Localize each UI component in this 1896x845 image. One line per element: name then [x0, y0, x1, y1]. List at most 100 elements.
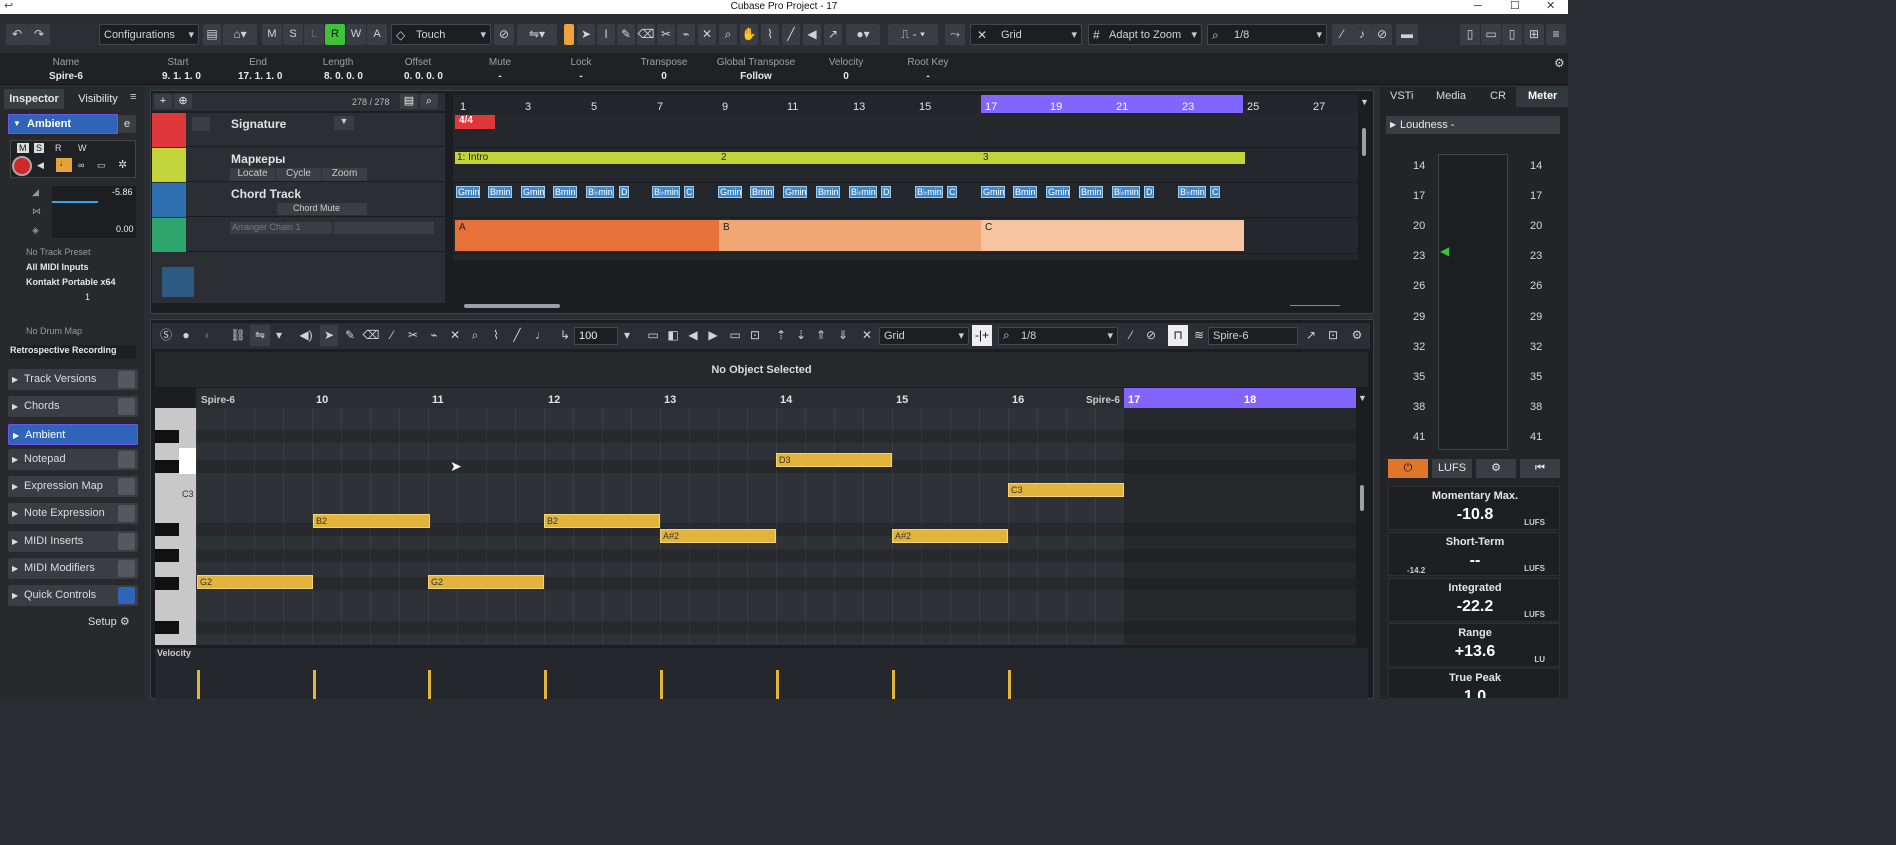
- midi-note[interactable]: B2: [544, 514, 660, 528]
- show-info-icon[interactable]: ◧: [664, 325, 682, 346]
- chord-event[interactable]: D: [619, 186, 629, 198]
- snap-mode-icon[interactable]: ⎍ - ▾: [888, 24, 938, 45]
- chord-event[interactable]: Bmin: [816, 186, 840, 198]
- lower-zone-icon[interactable]: ▭: [1481, 24, 1501, 45]
- undo-icon[interactable]: ↶: [6, 24, 28, 45]
- chord-event[interactable]: C: [947, 186, 957, 198]
- velocity-bar[interactable]: [660, 670, 663, 699]
- lane-icon[interactable]: ∞: [78, 160, 84, 170]
- meter-settings-button[interactable]: ⚙: [1476, 459, 1516, 478]
- chord-event[interactable]: Gmin: [521, 186, 545, 198]
- track-markers[interactable]: Маркеры Locate Cycle Zoom: [152, 148, 445, 182]
- zoom-tool-icon[interactable]: ⌕: [466, 325, 484, 346]
- automation-mode-select[interactable]: ◇ Touch: [391, 24, 491, 46]
- move-down-icon[interactable]: ⇓: [834, 325, 852, 346]
- midi-note[interactable]: D3: [776, 453, 892, 467]
- autoscroll-icon[interactable]: ⇋▾: [517, 24, 557, 45]
- info-value-velocity[interactable]: 0: [818, 71, 874, 82]
- midi-note[interactable]: A#2: [892, 529, 1008, 543]
- acoustic-feedback-icon[interactable]: ◐: [198, 325, 218, 346]
- setup-button[interactable]: Setup ⚙: [88, 615, 130, 628]
- arranger-chain-select[interactable]: Arranger Chain 1: [230, 222, 332, 234]
- chord-event[interactable]: C: [1210, 186, 1220, 198]
- minimize-button[interactable]: ─: [1474, 0, 1482, 12]
- solo-mode-button[interactable]: S: [283, 24, 303, 45]
- cycle-button[interactable]: Cycle: [276, 168, 321, 181]
- info-value-end[interactable]: 17. 1. 1. 0: [228, 71, 308, 82]
- musical-mode-icon[interactable]: ♩: [56, 158, 72, 172]
- window-layout-icon[interactable]: ⌂▾: [223, 24, 257, 45]
- tab-visibility[interactable]: Visibility: [68, 89, 128, 109]
- right-zone-icon[interactable]: ▯: [1502, 24, 1522, 45]
- read-mode-button[interactable]: R: [325, 24, 345, 45]
- monitor-icon[interactable]: ◀: [37, 160, 44, 171]
- info-value-lock[interactable]: -: [551, 71, 611, 82]
- write-mode-button[interactable]: W: [346, 24, 366, 45]
- mute-tool-icon[interactable]: ✕: [698, 24, 716, 45]
- section-ambient[interactable]: ▶ Ambient: [8, 424, 138, 445]
- line-icon[interactable]: ╱: [782, 24, 800, 45]
- marker-3[interactable]: 3: [983, 152, 989, 163]
- marker-2[interactable]: 2: [721, 152, 727, 163]
- record-enable-button[interactable]: [12, 156, 32, 176]
- inspector-track-name[interactable]: ▼ Ambient: [8, 114, 118, 134]
- midi-note[interactable]: G2: [428, 575, 544, 589]
- configurations-select[interactable]: Configurations: [99, 24, 199, 46]
- midi-channel[interactable]: 1: [60, 292, 90, 304]
- trim-icon[interactable]: ⁄: [383, 325, 401, 346]
- quantize-fraction-icon[interactable]: ⁄: [1122, 325, 1140, 346]
- close-button[interactable]: ✕: [1546, 0, 1555, 12]
- curve-tool-icon[interactable]: ╱: [508, 325, 526, 346]
- add-track-icon[interactable]: +: [154, 94, 172, 109]
- automation-mode-button[interactable]: A: [367, 24, 387, 45]
- nudge-up-icon[interactable]: ⇡: [772, 325, 790, 346]
- inspector-menu-icon[interactable]: ≡: [130, 91, 136, 103]
- iterative-quantize-icon[interactable]: ⁄: [1332, 24, 1352, 45]
- marker-1[interactable]: 1: Intro: [457, 152, 488, 163]
- pan-value[interactable]: 0.00: [116, 224, 134, 234]
- quantize-reset-icon[interactable]: ⊘: [1372, 24, 1392, 45]
- chord-event[interactable]: D: [881, 186, 891, 198]
- speaker-icon[interactable]: ◀): [296, 325, 316, 346]
- midi-note[interactable]: A#2: [660, 529, 776, 543]
- editor-snap-select[interactable]: Grid: [879, 327, 969, 345]
- project-horizontal-scrollbar[interactable]: [464, 304, 560, 308]
- window-options-icon[interactable]: ⊡: [1324, 325, 1342, 346]
- link-icon[interactable]: ⛓: [228, 325, 248, 346]
- editor-ruler[interactable]: Spire-6 Spire-6 10 11 12 13 14 15 16 17 …: [196, 388, 1356, 408]
- mute-tool-icon[interactable]: ✕: [446, 325, 464, 346]
- info-value-global-transpose[interactable]: Follow: [712, 71, 800, 82]
- glue-tool-icon[interactable]: ⌁: [425, 325, 443, 346]
- volume-value[interactable]: -5.86: [112, 187, 133, 197]
- midi-note[interactable]: B2: [313, 514, 430, 528]
- chord-event[interactable]: Gmin: [783, 186, 807, 198]
- locator-range[interactable]: [1124, 388, 1356, 408]
- chord-event[interactable]: Bmin: [750, 186, 774, 198]
- move-up-icon[interactable]: ⇑: [812, 325, 830, 346]
- midi-note[interactable]: C3: [1008, 483, 1124, 497]
- black-key[interactable]: [155, 577, 179, 590]
- write-button[interactable]: W: [78, 143, 87, 153]
- maximize-button[interactable]: ☐: [1510, 0, 1520, 12]
- chord-event[interactable]: Gmin: [718, 186, 742, 198]
- redo-icon[interactable]: ↷: [28, 24, 50, 45]
- track-preset-slot[interactable]: No Track Preset: [10, 247, 136, 261]
- part-border-icon[interactable]: ⊡: [746, 325, 764, 346]
- nudge-down-icon[interactable]: ⇣: [792, 325, 810, 346]
- project-ruler[interactable]: 1 3 5 7 9 11 13 15 17 19 21 23 25 27: [453, 95, 1358, 113]
- chord-event[interactable]: Gmin: [981, 186, 1005, 198]
- chord-event[interactable]: D: [1144, 186, 1154, 198]
- quantize-select[interactable]: ⌕ 1/8: [1207, 24, 1327, 46]
- tab-meter[interactable]: Meter: [1528, 90, 1557, 102]
- edit-instrument-icon[interactable]: e: [118, 115, 136, 133]
- snap-toggle-icon[interactable]: ⤳: [945, 24, 965, 45]
- layout-icon[interactable]: ▤: [203, 24, 221, 45]
- range-selection-icon[interactable]: I: [597, 24, 615, 45]
- insert-velocity-field[interactable]: 100: [574, 327, 618, 345]
- black-key[interactable]: [155, 621, 179, 634]
- chord-event[interactable]: Bmin: [1079, 186, 1103, 198]
- color-tool-icon[interactable]: ↗: [824, 24, 842, 45]
- chord-mute-button[interactable]: Chord Mute: [277, 203, 367, 215]
- freeze-icon[interactable]: ▭: [97, 160, 106, 171]
- timewarp-icon[interactable]: ⌇: [761, 24, 779, 45]
